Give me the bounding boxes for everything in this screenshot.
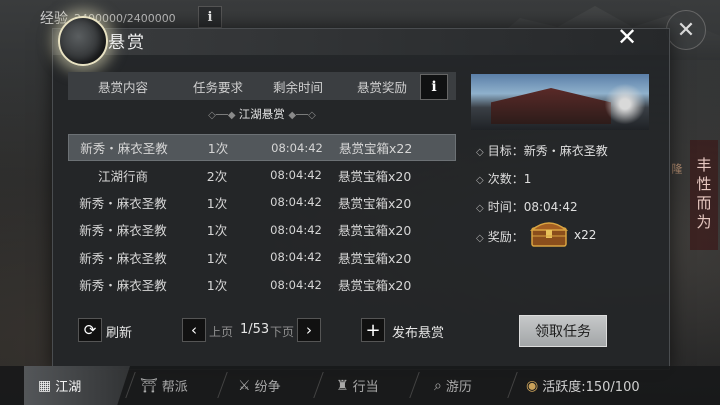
- next-page-button[interactable]: ›: [297, 318, 321, 342]
- bounty-scene-image: [471, 74, 649, 130]
- activity-indicator[interactable]: ◉ 活跃度:150/100: [526, 366, 640, 405]
- activity-text: 活跃度:150/100: [542, 380, 640, 395]
- row-content: 新秀・麻衣圣教: [79, 278, 167, 294]
- guild-icon: ⛩: [140, 377, 158, 394]
- table-header: 悬赏内容 任务要求 剩余时间 悬赏奖励: [68, 72, 456, 100]
- prev-page-label[interactable]: 上页: [209, 323, 233, 340]
- bounty-table: 悬赏内容 任务要求 剩余时间 悬赏奖励 i ◇──◆ 江湖悬赏 ◆──◇ 新秀・…: [68, 72, 456, 294]
- row-time: 08:04:42: [271, 140, 323, 155]
- claim-task-button[interactable]: 领取任务: [519, 315, 607, 347]
- moon-emblem-icon: [58, 16, 108, 66]
- row-time: 08:04:42: [270, 195, 322, 210]
- panel-title: 悬赏: [108, 33, 146, 53]
- detail-time: ◇ 时间：08:04:42: [476, 198, 578, 215]
- row-time: 08:04:42: [270, 250, 322, 265]
- crossed-swords-icon: ⚔: [238, 377, 251, 394]
- row-time: 08:04:42: [270, 277, 322, 292]
- row-reward: 悬赏宝箱x20: [338, 223, 412, 239]
- nav-label: 江湖: [55, 380, 82, 395]
- table-row[interactable]: 新秀・麻衣圣教 1次 08:04:42 悬赏宝箱x20: [68, 216, 456, 243]
- detail-count: ◇ 次数：1: [476, 170, 531, 187]
- exp-info-button[interactable]: i: [198, 6, 222, 28]
- outer-close-button[interactable]: ✕: [666, 10, 706, 50]
- panel-close-button[interactable]: ✕: [610, 22, 644, 52]
- table-row[interactable]: 江湖行商 2次 08:04:42 悬赏宝箱x20: [68, 161, 456, 188]
- header-remaining-time: 剩余时间: [272, 79, 323, 95]
- nav-label: 帮派: [161, 380, 188, 395]
- section-title: 江湖悬赏: [238, 107, 285, 121]
- nav-item-conflict[interactable]: ⚔ 纷争: [238, 366, 281, 405]
- table-row[interactable]: 新秀・麻衣圣教 1次 08:04:42 悬赏宝箱x22: [68, 134, 456, 162]
- treasure-chest-icon[interactable]: [530, 218, 568, 248]
- diamond-bullet-icon: ◇: [476, 203, 484, 214]
- temple-building: [491, 88, 611, 124]
- row-content: 江湖行商: [97, 168, 148, 184]
- section-label: ◇──◆ 江湖悬赏 ◆──◇: [68, 106, 456, 122]
- diamond-bullet-icon: ◇: [476, 147, 484, 158]
- nav-item-jianghu[interactable]: ▦ 江湖: [38, 366, 81, 405]
- divider-ornament-icon: ◇──◆: [208, 110, 239, 121]
- row-content: 新秀・麻衣圣教: [79, 250, 167, 266]
- refresh-icon[interactable]: ⟳: [78, 318, 102, 342]
- header-content: 悬赏内容: [97, 79, 148, 95]
- nav-item-profession[interactable]: ♜ 行当: [336, 366, 379, 405]
- reward-count: x22: [574, 228, 597, 242]
- row-time: 08:04:42: [270, 222, 322, 237]
- nav-item-travel[interactable]: ⌕ 游历: [434, 366, 472, 405]
- row-requirement: 1次: [206, 278, 228, 294]
- row-content: 新秀・麻衣圣教: [80, 141, 168, 157]
- header-requirement: 任务要求: [192, 79, 243, 95]
- row-reward: 悬赏宝箱x20: [338, 195, 412, 211]
- row-requirement: 1次: [207, 141, 229, 157]
- publish-bounty-button[interactable]: 发布悬赏: [392, 322, 444, 341]
- row-content: 新秀・麻衣圣教: [79, 195, 167, 211]
- row-content: 新秀・麻衣圣教: [79, 223, 167, 239]
- diamond-bullet-icon: ◇: [476, 175, 484, 186]
- nav-item-guild[interactable]: ⛩ 帮派: [140, 366, 188, 405]
- nav-label: 纷争: [254, 380, 281, 395]
- magnifier-icon: ⌕: [434, 377, 442, 394]
- table-info-button[interactable]: i: [420, 74, 448, 100]
- divider-ornament-icon: ◆──◇: [288, 110, 316, 121]
- detail-count-text: 次数：1: [487, 172, 532, 186]
- row-requirement: 1次: [206, 195, 228, 211]
- plus-icon[interactable]: +: [361, 318, 385, 342]
- detail-time-text: 时间：08:04:42: [487, 200, 578, 214]
- row-time: 08:04:42: [270, 168, 322, 183]
- next-page-label[interactable]: 下页: [270, 323, 294, 340]
- activity-coin-icon: ◉: [526, 377, 539, 394]
- detail-reward-label: 奖励：: [487, 230, 524, 244]
- map-flag-icon: ▦: [38, 377, 52, 394]
- row-requirement: 1次: [206, 223, 228, 239]
- page-indicator: 1/53: [240, 322, 270, 337]
- row-reward: 悬赏宝箱x20: [338, 278, 412, 294]
- nav-label: 游历: [445, 380, 472, 395]
- detail-reward: ◇ 奖励：: [476, 228, 524, 245]
- prev-page-button[interactable]: ‹: [182, 318, 206, 342]
- row-requirement: 2次: [206, 168, 228, 184]
- refresh-button[interactable]: 刷新: [106, 322, 132, 341]
- diamond-bullet-icon: ◇: [476, 233, 484, 244]
- table-rows: 新秀・麻衣圣教 1次 08:04:42 悬赏宝箱x22 江湖行商 2次 08:0…: [68, 134, 456, 298]
- table-row[interactable]: 新秀・麻衣圣教 1次 08:04:42 悬赏宝箱x20: [68, 189, 456, 216]
- table-row[interactable]: 新秀・麻衣圣教 1次 08:04:42 悬赏宝箱x20: [68, 244, 456, 271]
- header-reward: 悬赏奖励: [356, 79, 407, 95]
- row-requirement: 1次: [206, 250, 228, 266]
- row-reward: 悬赏宝箱x22: [339, 141, 413, 157]
- profession-icon: ♜: [336, 377, 349, 394]
- table-row[interactable]: 新秀・麻衣圣教 1次 08:04:42 悬赏宝箱x20: [68, 271, 456, 298]
- row-reward: 悬赏宝箱x20: [338, 250, 412, 266]
- snow-tree: [601, 80, 649, 128]
- nav-label: 行当: [352, 380, 379, 395]
- side-calligraphy: 丰性而为: [690, 140, 718, 250]
- detail-target: ◇ 目标：新秀・麻衣圣教: [476, 142, 608, 159]
- row-reward: 悬赏宝箱x20: [338, 168, 412, 184]
- detail-target-text: 目标：新秀・麻衣圣教: [487, 144, 608, 158]
